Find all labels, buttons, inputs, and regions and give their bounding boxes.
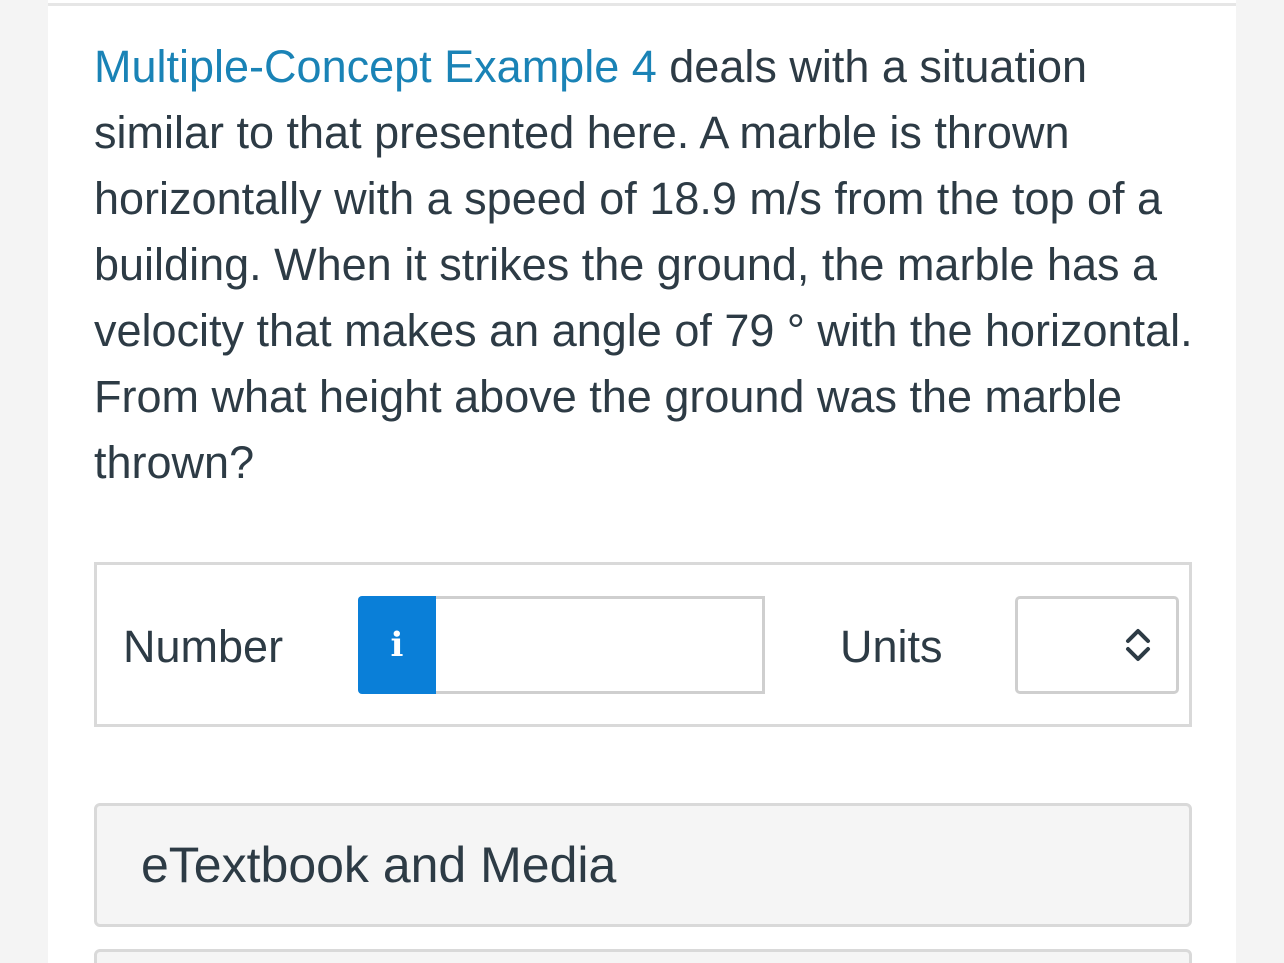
question-body: deals with a situation similar to that p… (94, 41, 1193, 488)
etextbook-media-button[interactable]: eTextbook and Media (94, 803, 1192, 927)
question-text: Multiple-Concept Example 4 deals with a … (94, 34, 1194, 496)
info-icon[interactable]: i (358, 596, 436, 694)
units-select[interactable] (1015, 596, 1179, 694)
info-glyph: i (390, 625, 404, 665)
number-input[interactable] (436, 596, 765, 694)
question-page: Multiple-Concept Example 4 deals with a … (48, 0, 1236, 963)
next-panel (94, 949, 1192, 963)
answer-box: Number i Units (94, 562, 1192, 727)
units-label: Units (840, 621, 943, 672)
concept-example-link[interactable]: Multiple-Concept Example 4 (94, 41, 657, 92)
etextbook-media-label: eTextbook and Media (141, 837, 617, 893)
chevron-up-down-icon (1126, 629, 1150, 661)
number-label: Number (123, 621, 284, 672)
top-divider (48, 3, 1236, 6)
